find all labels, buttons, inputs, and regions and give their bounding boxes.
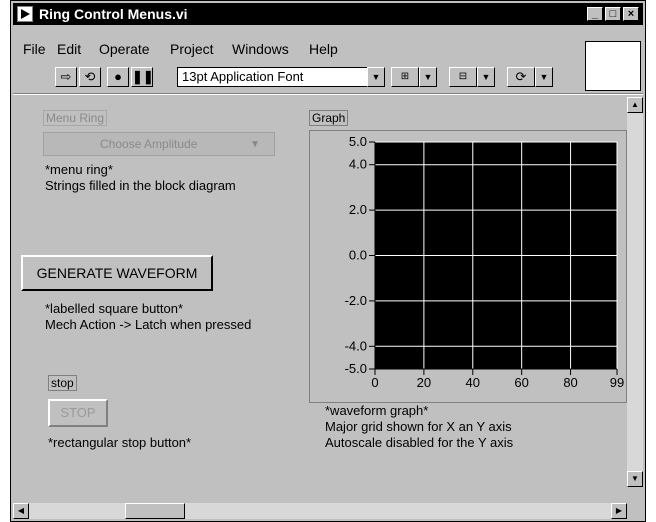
abort-icon[interactable]: ● — [107, 67, 129, 87]
y-tick-label: -2.0 — [345, 293, 367, 308]
stop-label: stop — [48, 375, 77, 391]
generate-waveform-button[interactable]: GENERATE WAVEFORM — [21, 255, 213, 291]
menu-ring[interactable]: Choose Amplitude ▼ — [43, 132, 275, 156]
toolbar-divider — [13, 93, 643, 95]
x-tick-label: 0 — [371, 375, 378, 390]
menu-ring-value: Choose Amplitude — [100, 137, 198, 151]
y-tick-label: -4.0 — [345, 338, 367, 353]
x-tick-label: 80 — [563, 375, 577, 390]
font-selector[interactable]: 13pt Application Font — [177, 67, 385, 87]
menu-ring-arrow-icon: ▼ — [250, 139, 260, 150]
font-dropdown-arrow-icon[interactable]: ▼ — [367, 67, 385, 87]
menu-windows[interactable]: Windows — [232, 41, 289, 57]
horizontal-scrollbar[interactable]: ◀ ▶ — [13, 503, 627, 519]
font-selector-value: 13pt Application Font — [182, 69, 304, 84]
align-objects-icon[interactable]: ⊞ — [391, 67, 419, 87]
generate-waveform-label: GENERATE WAVEFORM — [36, 265, 198, 281]
align-dropdown-arrow-icon[interactable]: ▼ — [419, 67, 437, 87]
distribute-dropdown-arrow-icon[interactable]: ▼ — [477, 67, 495, 87]
scroll-up-arrow-icon[interactable]: ▲ — [627, 97, 643, 113]
vi-window: Ring Control Menus.vi _ □ × File Edit Op… — [10, 0, 646, 522]
menu-project[interactable]: Project — [170, 41, 214, 57]
front-panel: Menu Ring Choose Amplitude ▼ *menu ring*… — [13, 97, 627, 487]
y-tick-label: -5.0 — [345, 361, 367, 376]
menu-ring-description: Strings filled in the block diagram — [45, 178, 236, 193]
generate-caption: *labelled square button* — [45, 301, 184, 316]
y-tick-label: 5.0 — [349, 134, 367, 149]
x-tick-label: 20 — [417, 375, 431, 390]
run-continuously-icon[interactable]: ⟲ — [79, 67, 101, 87]
maximize-button[interactable]: □ — [605, 7, 621, 21]
menu-ring-caption: *menu ring* — [45, 162, 113, 177]
generate-description: Mech Action -> Latch when pressed — [45, 317, 252, 332]
menu-bar: File Edit Operate Project Windows Help — [13, 39, 643, 59]
toolbar: ⇨ ⟲ ● ❚❚ 13pt Application Font ▼ ⊞ ▼ ⊟ ▼… — [13, 63, 643, 91]
menu-edit[interactable]: Edit — [57, 41, 81, 57]
menu-operate[interactable]: Operate — [99, 41, 150, 57]
scroll-down-arrow-icon[interactable]: ▼ — [627, 471, 643, 487]
graph-label: Graph — [309, 110, 349, 126]
resize-grip-icon[interactable] — [627, 503, 643, 519]
stop-caption: *rectangular stop button* — [48, 435, 192, 450]
window-title: Ring Control Menus.vi — [39, 6, 188, 22]
y-tick-label: 2.0 — [349, 202, 367, 217]
x-tick-label: 99 — [610, 375, 624, 390]
reorder-icon[interactable]: ⟳ — [507, 67, 535, 87]
y-tick-label: 0.0 — [349, 248, 367, 263]
run-arrow-icon[interactable]: ⇨ — [55, 67, 77, 87]
vertical-scrollbar[interactable]: ▲ ▼ — [627, 97, 643, 487]
menu-file[interactable]: File — [23, 41, 46, 57]
scroll-right-arrow-icon[interactable]: ▶ — [611, 503, 627, 519]
stop-button[interactable]: STOP — [48, 399, 108, 427]
minimize-button[interactable]: _ — [587, 7, 603, 21]
reorder-dropdown-arrow-icon[interactable]: ▼ — [535, 67, 553, 87]
graph-description-y: Autoscale disabled for the Y axis — [325, 435, 514, 450]
graph-description-x: Major grid shown for X an Y axis — [325, 419, 512, 434]
menu-ring-label: Menu Ring — [43, 110, 108, 126]
scroll-thumb[interactable] — [125, 503, 185, 519]
stop-button-text: STOP — [60, 405, 96, 420]
y-tick-label: 4.0 — [349, 157, 367, 172]
close-button[interactable]: × — [623, 7, 639, 21]
x-tick-label: 40 — [466, 375, 480, 390]
title-bar[interactable]: Ring Control Menus.vi _ □ × — [13, 3, 643, 25]
x-tick-label: 60 — [514, 375, 528, 390]
vi-app-icon — [17, 6, 33, 22]
waveform-graph[interactable]: 5.0 4.0 2.0 0.0 -2.0 -4.0 -5.0 0 20 40 60 80 99 — [309, 130, 629, 408]
menu-help[interactable]: Help — [309, 41, 338, 57]
pause-icon[interactable]: ❚❚ — [131, 67, 154, 87]
scroll-left-arrow-icon[interactable]: ◀ — [13, 503, 29, 519]
distribute-objects-icon[interactable]: ⊟ — [449, 67, 477, 87]
graph-caption: *waveform graph* — [325, 403, 429, 418]
